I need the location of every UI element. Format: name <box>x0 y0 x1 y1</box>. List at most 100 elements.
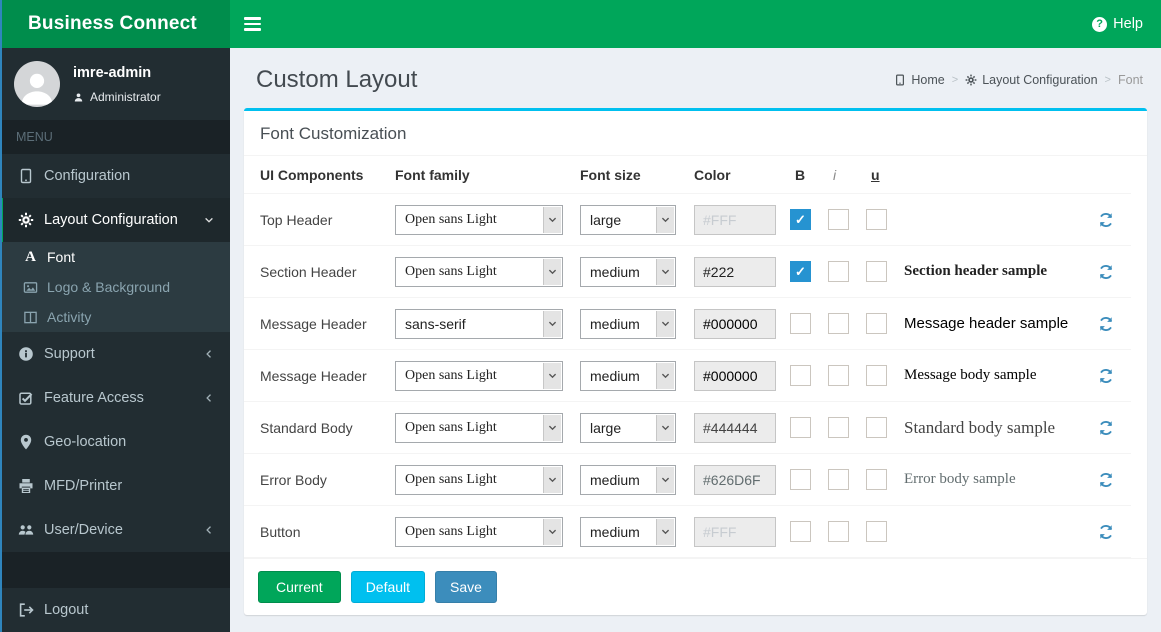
refresh-icon <box>1099 420 1113 435</box>
italic-checkbox[interactable] <box>828 417 849 438</box>
user-role: Administrator <box>73 90 161 104</box>
font-size-select[interactable]: large <box>580 412 676 443</box>
sample-text: Standard body sample <box>904 417 1056 437</box>
italic-checkbox[interactable] <box>828 365 849 386</box>
sidebar-item-layout-configuration[interactable]: Layout Configuration <box>0 198 230 242</box>
sidebar-item-user-device[interactable]: User/Device <box>0 508 230 552</box>
refresh-icon <box>1099 212 1113 227</box>
color-input[interactable] <box>694 464 776 495</box>
bold-checkbox[interactable] <box>790 209 811 230</box>
table-row: Top Header Open sans Light large <box>244 194 1131 246</box>
gear-icon <box>965 74 977 86</box>
bold-checkbox[interactable] <box>790 521 811 542</box>
component-label: Top Header <box>260 211 333 228</box>
italic-checkbox[interactable] <box>828 521 849 542</box>
breadcrumb-layout-configuration[interactable]: Layout Configuration <box>965 73 1098 87</box>
select-chevron-icon <box>543 518 561 545</box>
row-refresh-button[interactable] <box>1095 209 1117 231</box>
italic-checkbox[interactable] <box>828 261 849 282</box>
font-size-select[interactable]: medium <box>580 516 676 547</box>
underline-checkbox[interactable] <box>866 209 887 230</box>
component-label: Message Header <box>260 315 367 332</box>
font-icon: A <box>25 248 36 265</box>
header-font-family: Font family <box>395 166 470 183</box>
underline-checkbox[interactable] <box>866 261 887 282</box>
sidebar-item-configuration[interactable]: Configuration <box>0 154 230 198</box>
main-area: ? Help Custom Layout Home > Layout Confi… <box>230 0 1161 632</box>
panel-footer: Current Default Save <box>244 558 1147 615</box>
breadcrumb: Home > Layout Configuration > Font <box>894 73 1143 87</box>
refresh-icon <box>1099 472 1113 487</box>
bold-checkbox[interactable] <box>790 313 811 334</box>
font-size-select[interactable]: medium <box>580 360 676 391</box>
select-chevron-icon <box>656 258 674 285</box>
top-navbar: ? Help <box>230 0 1161 48</box>
font-size-select[interactable]: medium <box>580 464 676 495</box>
row-refresh-button[interactable] <box>1095 417 1117 439</box>
chevron-left-icon <box>206 394 211 402</box>
font-family-select[interactable]: Open sans Light <box>395 204 563 235</box>
row-refresh-button[interactable] <box>1095 313 1117 335</box>
font-family-select[interactable]: Open sans Light <box>395 516 563 547</box>
component-label: Button <box>260 523 301 540</box>
sidebar-item-geo-location[interactable]: Geo-location <box>0 420 230 464</box>
current-button[interactable]: Current <box>258 571 341 603</box>
color-input[interactable] <box>694 256 776 287</box>
table-row: Error Body Open sans Light medium Error … <box>244 454 1131 506</box>
breadcrumb-home[interactable]: Home <box>894 73 945 87</box>
color-input[interactable] <box>694 204 776 235</box>
help-button[interactable]: ? Help <box>1092 16 1143 32</box>
sidebar-subitem-logo-background[interactable]: Logo & Background <box>0 272 230 302</box>
italic-checkbox[interactable] <box>828 469 849 490</box>
bold-checkbox[interactable] <box>790 417 811 438</box>
italic-checkbox[interactable] <box>828 209 849 230</box>
underline-checkbox[interactable] <box>866 417 887 438</box>
select-chevron-icon <box>543 206 561 233</box>
row-refresh-button[interactable] <box>1095 469 1117 491</box>
app-window: Business Connect imre-admin Administrato… <box>0 0 1161 632</box>
save-button[interactable]: Save <box>435 571 497 603</box>
underline-checkbox[interactable] <box>866 313 887 334</box>
font-family-select[interactable]: Open sans Light <box>395 464 563 495</box>
bold-checkbox[interactable] <box>790 261 811 282</box>
header-color: Color <box>694 166 731 183</box>
color-input[interactable] <box>694 412 776 443</box>
color-input[interactable] <box>694 308 776 339</box>
select-chevron-icon <box>543 258 561 285</box>
user-panel: imre-admin Administrator <box>0 48 230 120</box>
italic-checkbox[interactable] <box>828 313 849 334</box>
sidebar-item-support[interactable]: Support <box>0 332 230 376</box>
bold-checkbox[interactable] <box>790 469 811 490</box>
row-refresh-button[interactable] <box>1095 261 1117 283</box>
font-size-select[interactable]: large <box>580 204 676 235</box>
bold-checkbox[interactable] <box>790 365 811 386</box>
font-family-select[interactable]: Open sans Light <box>395 360 563 391</box>
chevron-down-icon <box>205 217 213 223</box>
select-chevron-icon <box>656 414 674 441</box>
sidebar-toggle-button[interactable] <box>244 17 261 31</box>
underline-checkbox[interactable] <box>866 521 887 542</box>
default-button[interactable]: Default <box>350 571 426 603</box>
color-input[interactable] <box>694 360 776 391</box>
menu-header: MENU <box>0 120 230 154</box>
printer-icon <box>19 479 33 493</box>
font-size-select[interactable]: medium <box>580 256 676 287</box>
row-refresh-button[interactable] <box>1095 365 1117 387</box>
font-family-select[interactable]: Open sans Light <box>395 412 563 443</box>
color-input[interactable] <box>694 516 776 547</box>
font-family-select[interactable]: sans-serif <box>395 308 563 339</box>
underline-checkbox[interactable] <box>866 365 887 386</box>
sidebar-item-mfd-printer[interactable]: MFD/Printer <box>0 464 230 508</box>
sidebar-item-logout[interactable]: Logout <box>0 588 230 632</box>
brand-logo[interactable]: Business Connect <box>0 0 230 48</box>
underline-checkbox[interactable] <box>866 469 887 490</box>
sidebar-subitem-font[interactable]: A Font <box>0 242 230 272</box>
table-row: Standard Body Open sans Light large Stan… <box>244 402 1131 454</box>
sidebar-subitem-activity[interactable]: Activity <box>0 302 230 332</box>
sidebar-item-feature-access[interactable]: Feature Access <box>0 376 230 420</box>
avatar <box>14 61 60 107</box>
row-refresh-button[interactable] <box>1095 521 1117 543</box>
font-family-select[interactable]: Open sans Light <box>395 256 563 287</box>
hamburger-icon <box>244 17 261 20</box>
font-size-select[interactable]: medium <box>580 308 676 339</box>
